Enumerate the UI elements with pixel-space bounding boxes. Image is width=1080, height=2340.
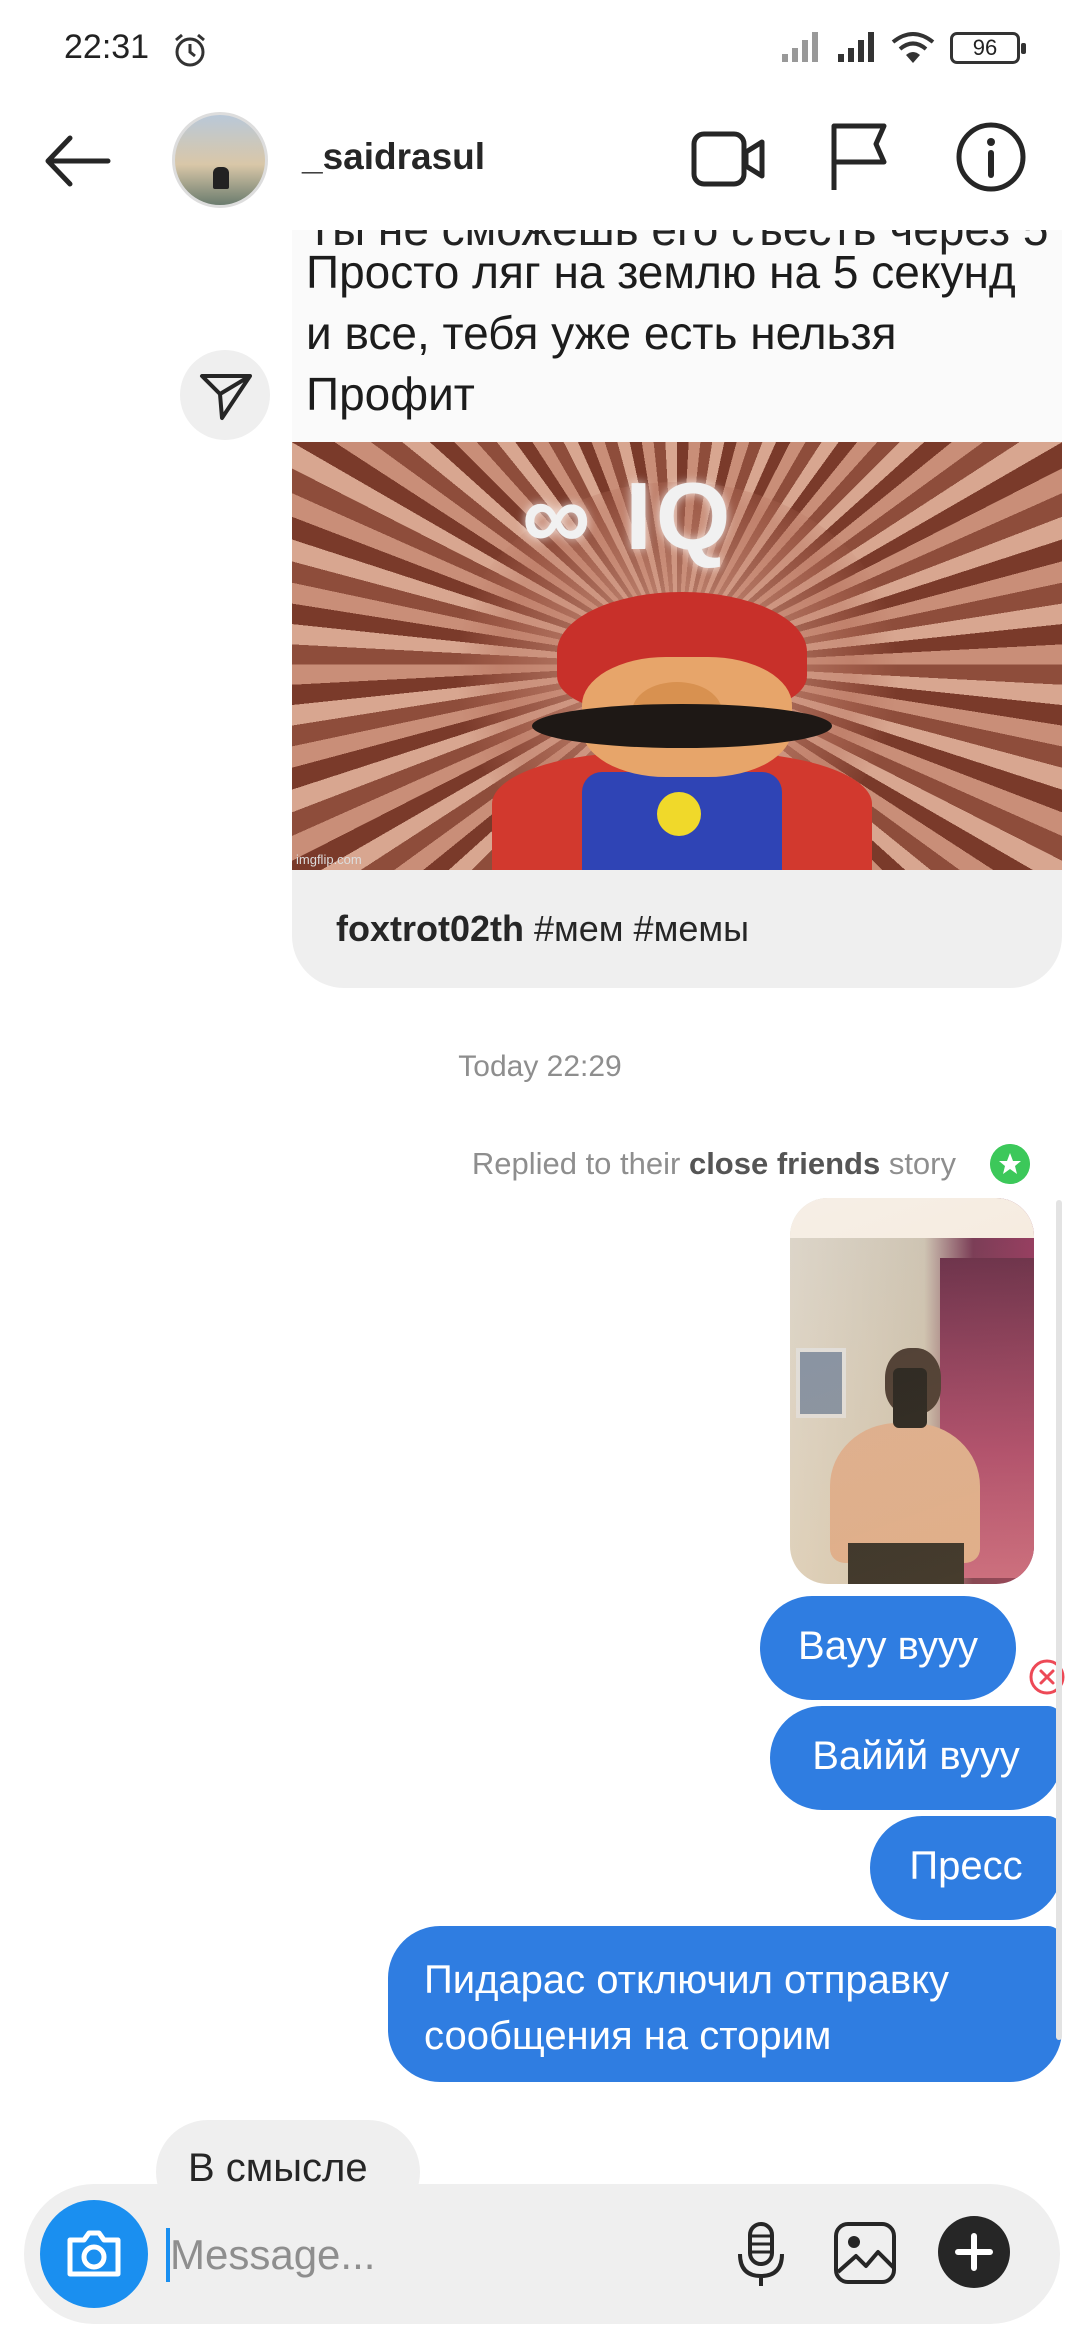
send-icon	[200, 374, 252, 420]
camera-icon	[67, 2230, 121, 2277]
info-icon[interactable]	[954, 120, 1028, 194]
story-reply-prefix: Replied to their	[471, 1146, 689, 1181]
signal-icon	[838, 32, 874, 62]
meme-figure-mustache	[532, 704, 832, 748]
message-input[interactable]	[170, 2220, 730, 2290]
video-call-icon[interactable]	[690, 124, 766, 194]
post-text-area: Ты не сможешь его съесть через 5 секунд …	[292, 230, 1062, 442]
wifi-icon	[891, 32, 935, 63]
outgoing-message[interactable]: Пидарас отключил отправку сообщения на с…	[388, 1926, 1062, 2082]
post-text: Просто ляг на землю на 5 секунд и все, т…	[306, 246, 1016, 420]
back-arrow-icon[interactable]	[38, 126, 118, 196]
story-thumbnail[interactable]	[790, 1198, 1034, 1584]
plus-button[interactable]	[938, 2216, 1010, 2288]
shared-post-card[interactable]: Ты не сможешь его съесть через 5 секунд …	[292, 230, 1062, 988]
gallery-icon[interactable]	[832, 2220, 898, 2286]
story-reply-suffix: story	[880, 1146, 956, 1181]
flag-icon[interactable]	[826, 120, 892, 194]
star-icon	[990, 1144, 1030, 1184]
chat-header: _saidrasul	[0, 100, 1080, 230]
story-reply-note: Replied to their close friends story	[472, 1146, 956, 1182]
status-time: 22:31	[64, 28, 150, 66]
watermark: imgflip.com	[296, 852, 362, 867]
alarm-icon	[175, 33, 205, 67]
username[interactable]: _saidrasul	[302, 136, 485, 178]
share-button[interactable]	[180, 350, 270, 440]
outgoing-message[interactable]: Ваййй вууу	[770, 1706, 1062, 1810]
avatar[interactable]	[172, 112, 268, 208]
post-author[interactable]: foxtrot02th	[336, 908, 524, 949]
timestamp: Today 22:29	[458, 1050, 622, 1083]
story-overlay	[790, 1198, 1034, 1584]
camera-button[interactable]	[40, 2200, 148, 2308]
meme-figure-button	[657, 792, 701, 836]
outgoing-message[interactable]: Вауу вууу	[760, 1596, 1016, 1700]
story-reply-bold: close friends	[688, 1146, 881, 1181]
status-bar: 22:31 96	[0, 0, 1080, 100]
post-tags: #мем #мемы	[524, 908, 749, 949]
post-caption: foxtrot02th #мем #мемы	[336, 908, 749, 950]
battery-icon: 96	[950, 32, 1026, 64]
plus-icon	[955, 2233, 993, 2271]
post-image: ∞ IQ imgflip.com	[292, 442, 1062, 870]
outgoing-message[interactable]: Пресс	[870, 1816, 1062, 1920]
signal-icon	[782, 32, 818, 62]
message-composer	[24, 2184, 1060, 2324]
scrollbar[interactable]	[1056, 1200, 1062, 2040]
meme-caption: ∞ IQ	[522, 463, 735, 570]
microphone-icon[interactable]	[730, 2220, 792, 2290]
